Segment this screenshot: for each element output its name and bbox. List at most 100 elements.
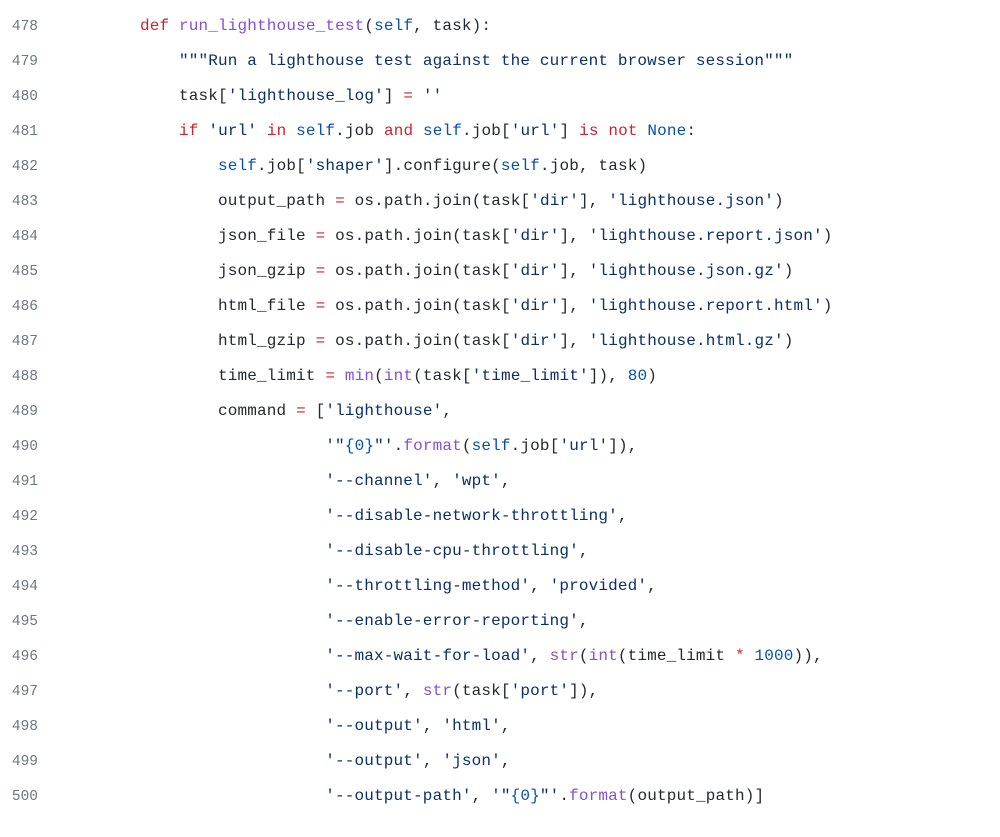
code-token: '' bbox=[423, 87, 443, 105]
code-token: '" bbox=[491, 787, 511, 805]
code-token: is bbox=[579, 122, 599, 140]
line-code[interactable]: '--disable-cpu-throttling', bbox=[62, 539, 1000, 563]
code-line[interactable]: 496 '--max-wait-for-load', str(int(time_… bbox=[0, 644, 1000, 679]
line-code[interactable]: '--port', str(task['port']), bbox=[62, 679, 1000, 703]
code-token: ], bbox=[559, 227, 588, 245]
line-code[interactable]: self.job['shaper'].configure(self.job, t… bbox=[62, 154, 1000, 178]
code-token: 'json' bbox=[442, 752, 501, 770]
code-token: self bbox=[374, 17, 413, 35]
code-line[interactable]: 487 html_gzip = os.path.join(task['dir']… bbox=[0, 329, 1000, 364]
code-token: . bbox=[355, 227, 365, 245]
code-token bbox=[62, 787, 325, 805]
line-code[interactable]: '--output', 'html', bbox=[62, 714, 1000, 738]
line-code[interactable]: html_gzip = os.path.join(task['dir'], 'l… bbox=[62, 329, 1000, 353]
code-line[interactable]: 499 '--output', 'json', bbox=[0, 749, 1000, 784]
code-token: job bbox=[345, 122, 374, 140]
code-token: , bbox=[530, 577, 550, 595]
line-code[interactable]: '--max-wait-for-load', str(int(time_limi… bbox=[62, 644, 1000, 668]
code-token: os bbox=[335, 227, 355, 245]
code-line[interactable]: 488 time_limit = min(int(task['time_limi… bbox=[0, 364, 1000, 399]
code-token: 'lighthouse.report.html' bbox=[589, 297, 823, 315]
code-token: , bbox=[423, 752, 443, 770]
code-token: time_limit bbox=[628, 647, 726, 665]
code-line[interactable]: 480 task['lighthouse_log'] = '' bbox=[0, 84, 1000, 119]
code-token: [ bbox=[550, 437, 560, 455]
code-token: 'provided' bbox=[550, 577, 648, 595]
code-line[interactable]: 483 output_path = os.path.join(task['dir… bbox=[0, 189, 1000, 224]
code-token bbox=[62, 227, 218, 245]
line-code[interactable]: '"{0}"'.format(self.job['url']), bbox=[62, 434, 1000, 458]
line-code[interactable]: """Run a lighthouse test against the cur… bbox=[62, 49, 1000, 73]
code-token: , bbox=[413, 17, 433, 35]
code-line[interactable]: 478 def run_lighthouse_test(self, task): bbox=[0, 14, 1000, 49]
code-token: , bbox=[579, 542, 589, 560]
line-code[interactable]: if 'url' in self.job and self.job['url']… bbox=[62, 119, 1000, 143]
line-code[interactable]: task['lighthouse_log'] = '' bbox=[62, 84, 1000, 108]
code-token: html_file bbox=[218, 297, 306, 315]
line-number: 487 bbox=[0, 332, 62, 354]
code-line[interactable]: 481 if 'url' in self.job and self.job['u… bbox=[0, 119, 1000, 154]
code-line[interactable]: 485 json_gzip = os.path.join(task['dir']… bbox=[0, 259, 1000, 294]
code-token: . bbox=[257, 157, 267, 175]
code-token: job bbox=[267, 157, 296, 175]
code-token: [ bbox=[501, 297, 511, 315]
code-token: """Run a lighthouse test against the cur… bbox=[179, 52, 793, 70]
code-line[interactable]: 492 '--disable-network-throttling', bbox=[0, 504, 1000, 539]
code-token: . bbox=[423, 192, 433, 210]
code-line[interactable]: 490 '"{0}"'.format(self.job['url']), bbox=[0, 434, 1000, 469]
code-token: ]), bbox=[569, 682, 598, 700]
code-token: ( bbox=[462, 437, 472, 455]
code-line[interactable]: 497 '--port', str(task['port']), bbox=[0, 679, 1000, 714]
code-token: None bbox=[647, 122, 686, 140]
code-token bbox=[325, 227, 335, 245]
code-token bbox=[345, 192, 355, 210]
code-line[interactable]: 495 '--enable-error-reporting', bbox=[0, 609, 1000, 644]
code-line[interactable]: 479 """Run a lighthouse test against the… bbox=[0, 49, 1000, 84]
code-token: 80 bbox=[628, 367, 648, 385]
code-token: = bbox=[325, 367, 335, 385]
code-token: join bbox=[433, 192, 472, 210]
line-code[interactable]: time_limit = min(int(task['time_limit'])… bbox=[62, 364, 1000, 388]
code-token: ( bbox=[452, 227, 462, 245]
line-code[interactable]: output_path = os.path.join(task['dir'], … bbox=[62, 189, 1000, 213]
line-code[interactable]: '--enable-error-reporting', bbox=[62, 609, 1000, 633]
code-token: os bbox=[335, 297, 355, 315]
code-token: * bbox=[735, 647, 745, 665]
code-token: '--channel' bbox=[325, 472, 432, 490]
code-token: self bbox=[501, 157, 540, 175]
code-line[interactable]: 486 html_file = os.path.join(task['dir']… bbox=[0, 294, 1000, 329]
code-token: json_file bbox=[218, 227, 306, 245]
line-code[interactable]: '--disable-network-throttling', bbox=[62, 504, 1000, 528]
code-line[interactable]: 491 '--channel', 'wpt', bbox=[0, 469, 1000, 504]
code-line[interactable]: 484 json_file = os.path.join(task['dir']… bbox=[0, 224, 1000, 259]
code-line[interactable]: 498 '--output', 'html', bbox=[0, 714, 1000, 749]
code-token: 'dir' bbox=[511, 262, 560, 280]
code-line[interactable]: 494 '--throttling-method', 'provided', bbox=[0, 574, 1000, 609]
code-token: [ bbox=[218, 87, 228, 105]
code-line[interactable]: 489 command = ['lighthouse', bbox=[0, 399, 1000, 434]
line-code[interactable]: html_file = os.path.join(task['dir'], 'l… bbox=[62, 294, 1000, 318]
line-number: 495 bbox=[0, 612, 62, 634]
line-code[interactable]: '--output', 'json', bbox=[62, 749, 1000, 773]
code-token bbox=[62, 682, 325, 700]
line-code[interactable]: def run_lighthouse_test(self, task): bbox=[62, 14, 1000, 38]
line-code[interactable]: json_file = os.path.join(task['dir'], 'l… bbox=[62, 224, 1000, 248]
code-line[interactable]: 500 '--output-path', '"{0}"'.format(outp… bbox=[0, 784, 1000, 819]
code-token: , bbox=[530, 647, 550, 665]
code-line[interactable]: 493 '--disable-cpu-throttling', bbox=[0, 539, 1000, 574]
line-code[interactable]: json_gzip = os.path.join(task['dir'], 'l… bbox=[62, 259, 1000, 283]
code-line[interactable]: 482 self.job['shaper'].configure(self.jo… bbox=[0, 154, 1000, 189]
code-token: 'lighthouse_log' bbox=[228, 87, 384, 105]
code-token: task bbox=[481, 192, 520, 210]
code-token: '--port' bbox=[325, 682, 403, 700]
code-token: , bbox=[501, 717, 511, 735]
code-token: ( bbox=[452, 682, 462, 700]
line-code[interactable]: '--output-path', '"{0}"'.format(output_p… bbox=[62, 784, 1000, 808]
line-number: 489 bbox=[0, 402, 62, 424]
line-code[interactable]: '--throttling-method', 'provided', bbox=[62, 574, 1000, 598]
line-code[interactable]: '--channel', 'wpt', bbox=[62, 469, 1000, 493]
code-token: [ bbox=[501, 227, 511, 245]
line-number: 480 bbox=[0, 87, 62, 109]
code-token: task bbox=[462, 332, 501, 350]
line-code[interactable]: command = ['lighthouse', bbox=[62, 399, 1000, 423]
